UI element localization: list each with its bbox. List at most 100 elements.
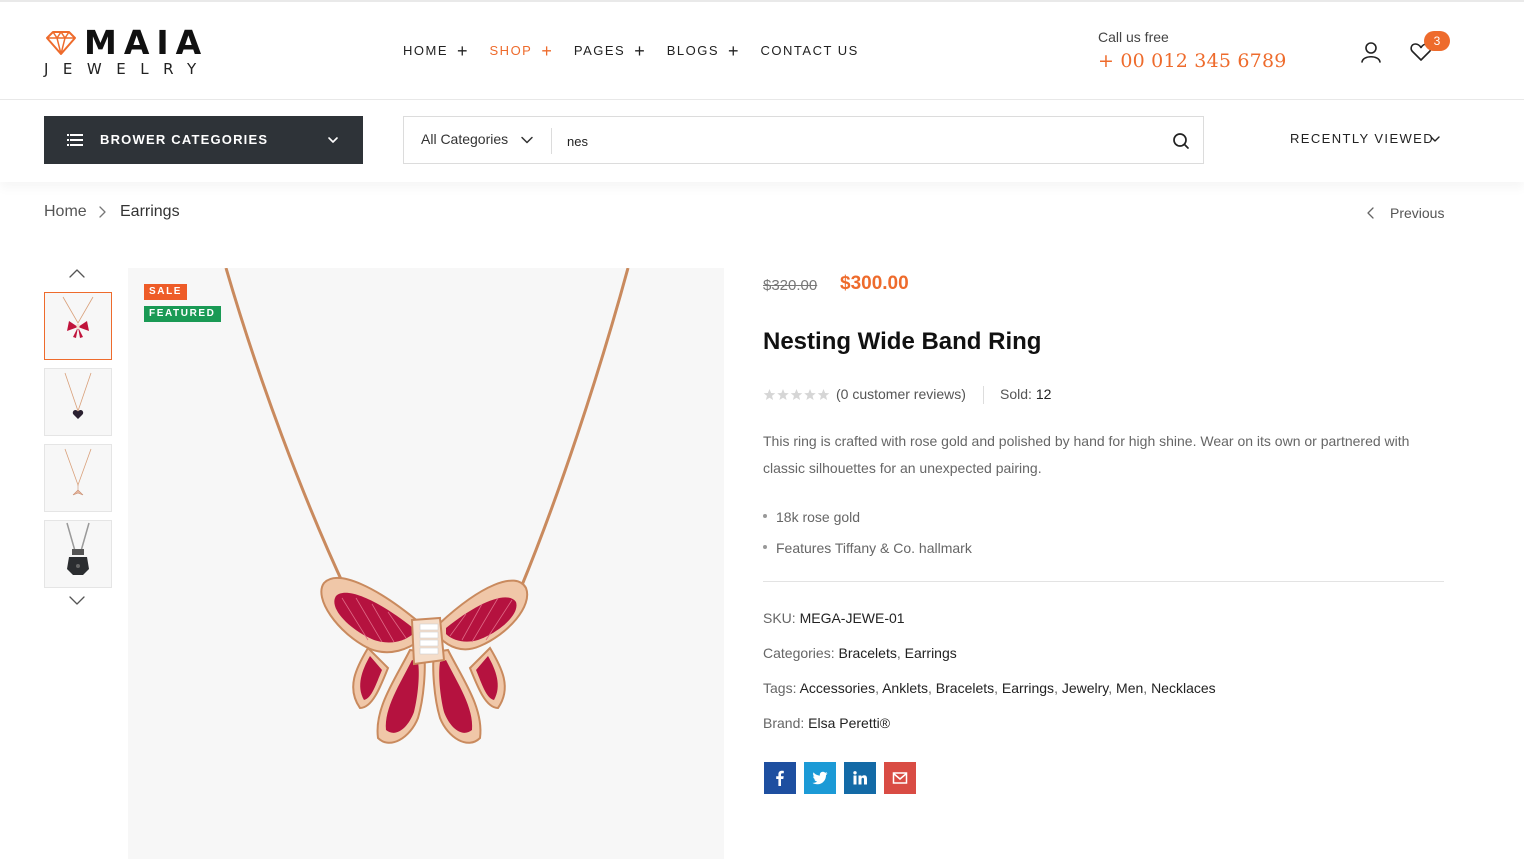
tag-link[interactable]: Men <box>1116 680 1143 696</box>
chevron-left-icon[interactable] <box>1366 207 1376 219</box>
chevron-down-icon[interactable] <box>68 594 86 606</box>
categories-row: Categories: Bracelets, Earrings <box>763 645 957 661</box>
recently-viewed-dropdown[interactable]: RECENTLY VIEWED <box>1290 131 1434 146</box>
share-twitter-button[interactable] <box>804 762 836 794</box>
share-facebook-button[interactable] <box>764 762 796 794</box>
brand-row: Brand: Elsa Peretti® <box>763 715 890 731</box>
nav-pages[interactable]: PAGES + <box>574 42 645 60</box>
linkedin-icon <box>853 771 867 785</box>
bow-necklace-thumbnail-image <box>62 296 94 338</box>
logo[interactable]: MAIA JEWELRY <box>44 26 224 82</box>
star-rating-icon <box>763 389 830 400</box>
plus-icon: + <box>728 41 739 61</box>
nav-shop[interactable]: SHOP + <box>490 42 552 60</box>
feature-item: Features Tiffany & Co. hallmark <box>763 540 972 556</box>
thumbnail-fishtail-pendant[interactable] <box>44 444 112 512</box>
heart-pendant-thumbnail-image <box>64 372 92 419</box>
search-icon[interactable] <box>1171 131 1191 151</box>
category-link[interactable]: Bracelets <box>838 645 896 661</box>
facebook-icon <box>776 770 784 786</box>
nav-label: PAGES <box>573 43 626 58</box>
bow-necklace-image <box>224 268 630 744</box>
breadcrumb-home[interactable]: Home <box>44 203 87 221</box>
share-email-button[interactable] <box>884 762 916 794</box>
plus-icon: + <box>457 41 468 61</box>
site-header: MAIA JEWELRY HOME + SHOP + PAGES + BLOGS + C… <box>0 2 1524 100</box>
brand-label: Brand: <box>763 715 805 731</box>
chevron-down-icon[interactable] <box>520 133 534 147</box>
divider <box>763 581 1444 582</box>
logo-name: MAIA <box>84 23 209 62</box>
search-bar-row: BROWER CATEGORIES All Categories RECENTL… <box>0 100 1524 182</box>
sale-tag: SALE <box>144 284 188 300</box>
sku-row: SKU: MEGA-JEWE-01 <box>763 610 905 626</box>
plus-icon: + <box>634 41 645 61</box>
categories-label: Categories: <box>763 645 835 661</box>
bullet-icon <box>763 545 767 550</box>
dark-pendant-thumbnail-image <box>66 522 90 575</box>
chevron-right-icon <box>99 206 106 218</box>
sold-count: Sold: 12 <box>1000 386 1051 402</box>
browse-label: BROWER CATEGORIES <box>100 132 269 147</box>
tag-link[interactable]: Bracelets <box>936 680 994 696</box>
main-nav: HOME + SHOP + PAGES + BLOGS + CONTACT US <box>403 42 881 60</box>
tag-link[interactable]: Anklets <box>882 680 928 696</box>
sold-label: Sold: <box>1000 386 1032 402</box>
menu-icon <box>67 134 83 146</box>
product-description: This ring is crafted with rose gold and … <box>763 433 1410 476</box>
nav-label: SHOP <box>489 43 533 58</box>
nav-label: HOME <box>403 43 448 58</box>
reviews-link[interactable]: (0 customer reviews) <box>836 386 966 402</box>
sale-price: $300.00 <box>840 273 909 294</box>
tag-link[interactable]: Accessories <box>800 680 875 696</box>
feature-item: 18k rose gold <box>763 509 860 525</box>
email-icon <box>892 772 908 784</box>
tags-label: Tags: <box>763 680 797 696</box>
call-label: Call us free <box>1098 29 1169 45</box>
logo-subtitle: JEWELRY <box>44 60 211 78</box>
diamond-logo-icon <box>46 31 76 55</box>
fishtail-pendant-thumbnail-image <box>64 448 92 496</box>
sku-value: MEGA-JEWE-01 <box>799 610 905 626</box>
thumbnail-heart-pendant[interactable] <box>44 368 112 436</box>
tag-link[interactable]: Earrings <box>1002 680 1054 696</box>
browse-categories-button[interactable]: BROWER CATEGORIES <box>44 116 363 164</box>
phone-number[interactable]: + 00 012 345 6789 <box>1098 50 1287 72</box>
tag-link[interactable]: Jewelry <box>1062 680 1108 696</box>
share-linkedin-button[interactable] <box>844 762 876 794</box>
product-title: Nesting Wide Band Ring <box>763 328 1042 355</box>
chevron-down-icon <box>328 137 338 143</box>
sold-value: 12 <box>1035 386 1052 402</box>
wishlist-count-badge: 3 <box>1424 31 1450 51</box>
category-select[interactable]: All Categories <box>421 131 508 147</box>
divider <box>983 386 984 404</box>
divider <box>551 128 552 154</box>
thumbnail-bow-necklace[interactable] <box>44 292 112 360</box>
chevron-up-icon[interactable] <box>68 268 86 280</box>
breadcrumb-current: Earrings <box>120 203 180 220</box>
search-form: All Categories <box>403 116 1204 164</box>
twitter-icon <box>812 771 828 785</box>
nav-label: BLOGS <box>666 43 720 58</box>
brand-link[interactable]: Elsa Peretti® <box>808 715 890 731</box>
nav-contact[interactable]: CONTACT US <box>761 42 859 60</box>
sku-label: SKU: <box>763 610 796 626</box>
featured-tag: FEATURED <box>144 306 221 322</box>
nav-home[interactable]: HOME + <box>403 42 468 60</box>
category-link[interactable]: Earrings <box>905 645 957 661</box>
tag-link[interactable]: Necklaces <box>1151 680 1216 696</box>
old-price: $320.00 <box>763 277 818 294</box>
feature-text: 18k rose gold <box>776 509 861 525</box>
previous-product-link[interactable]: Previous <box>1390 205 1444 221</box>
nav-blogs[interactable]: BLOGS + <box>667 42 739 60</box>
user-icon[interactable] <box>1359 40 1383 64</box>
feature-text: Features Tiffany & Co. hallmark <box>776 540 972 556</box>
nav-label: CONTACT US <box>760 43 859 58</box>
product-main-image[interactable] <box>128 268 724 859</box>
chevron-down-icon[interactable] <box>1429 133 1441 145</box>
tags-row: Tags: Accessories, Anklets, Bracelets, E… <box>763 680 1216 696</box>
search-input[interactable] <box>567 130 1147 152</box>
thumbnail-dark-pendant[interactable] <box>44 520 112 588</box>
plus-icon: + <box>541 41 552 61</box>
bullet-icon <box>763 514 767 519</box>
